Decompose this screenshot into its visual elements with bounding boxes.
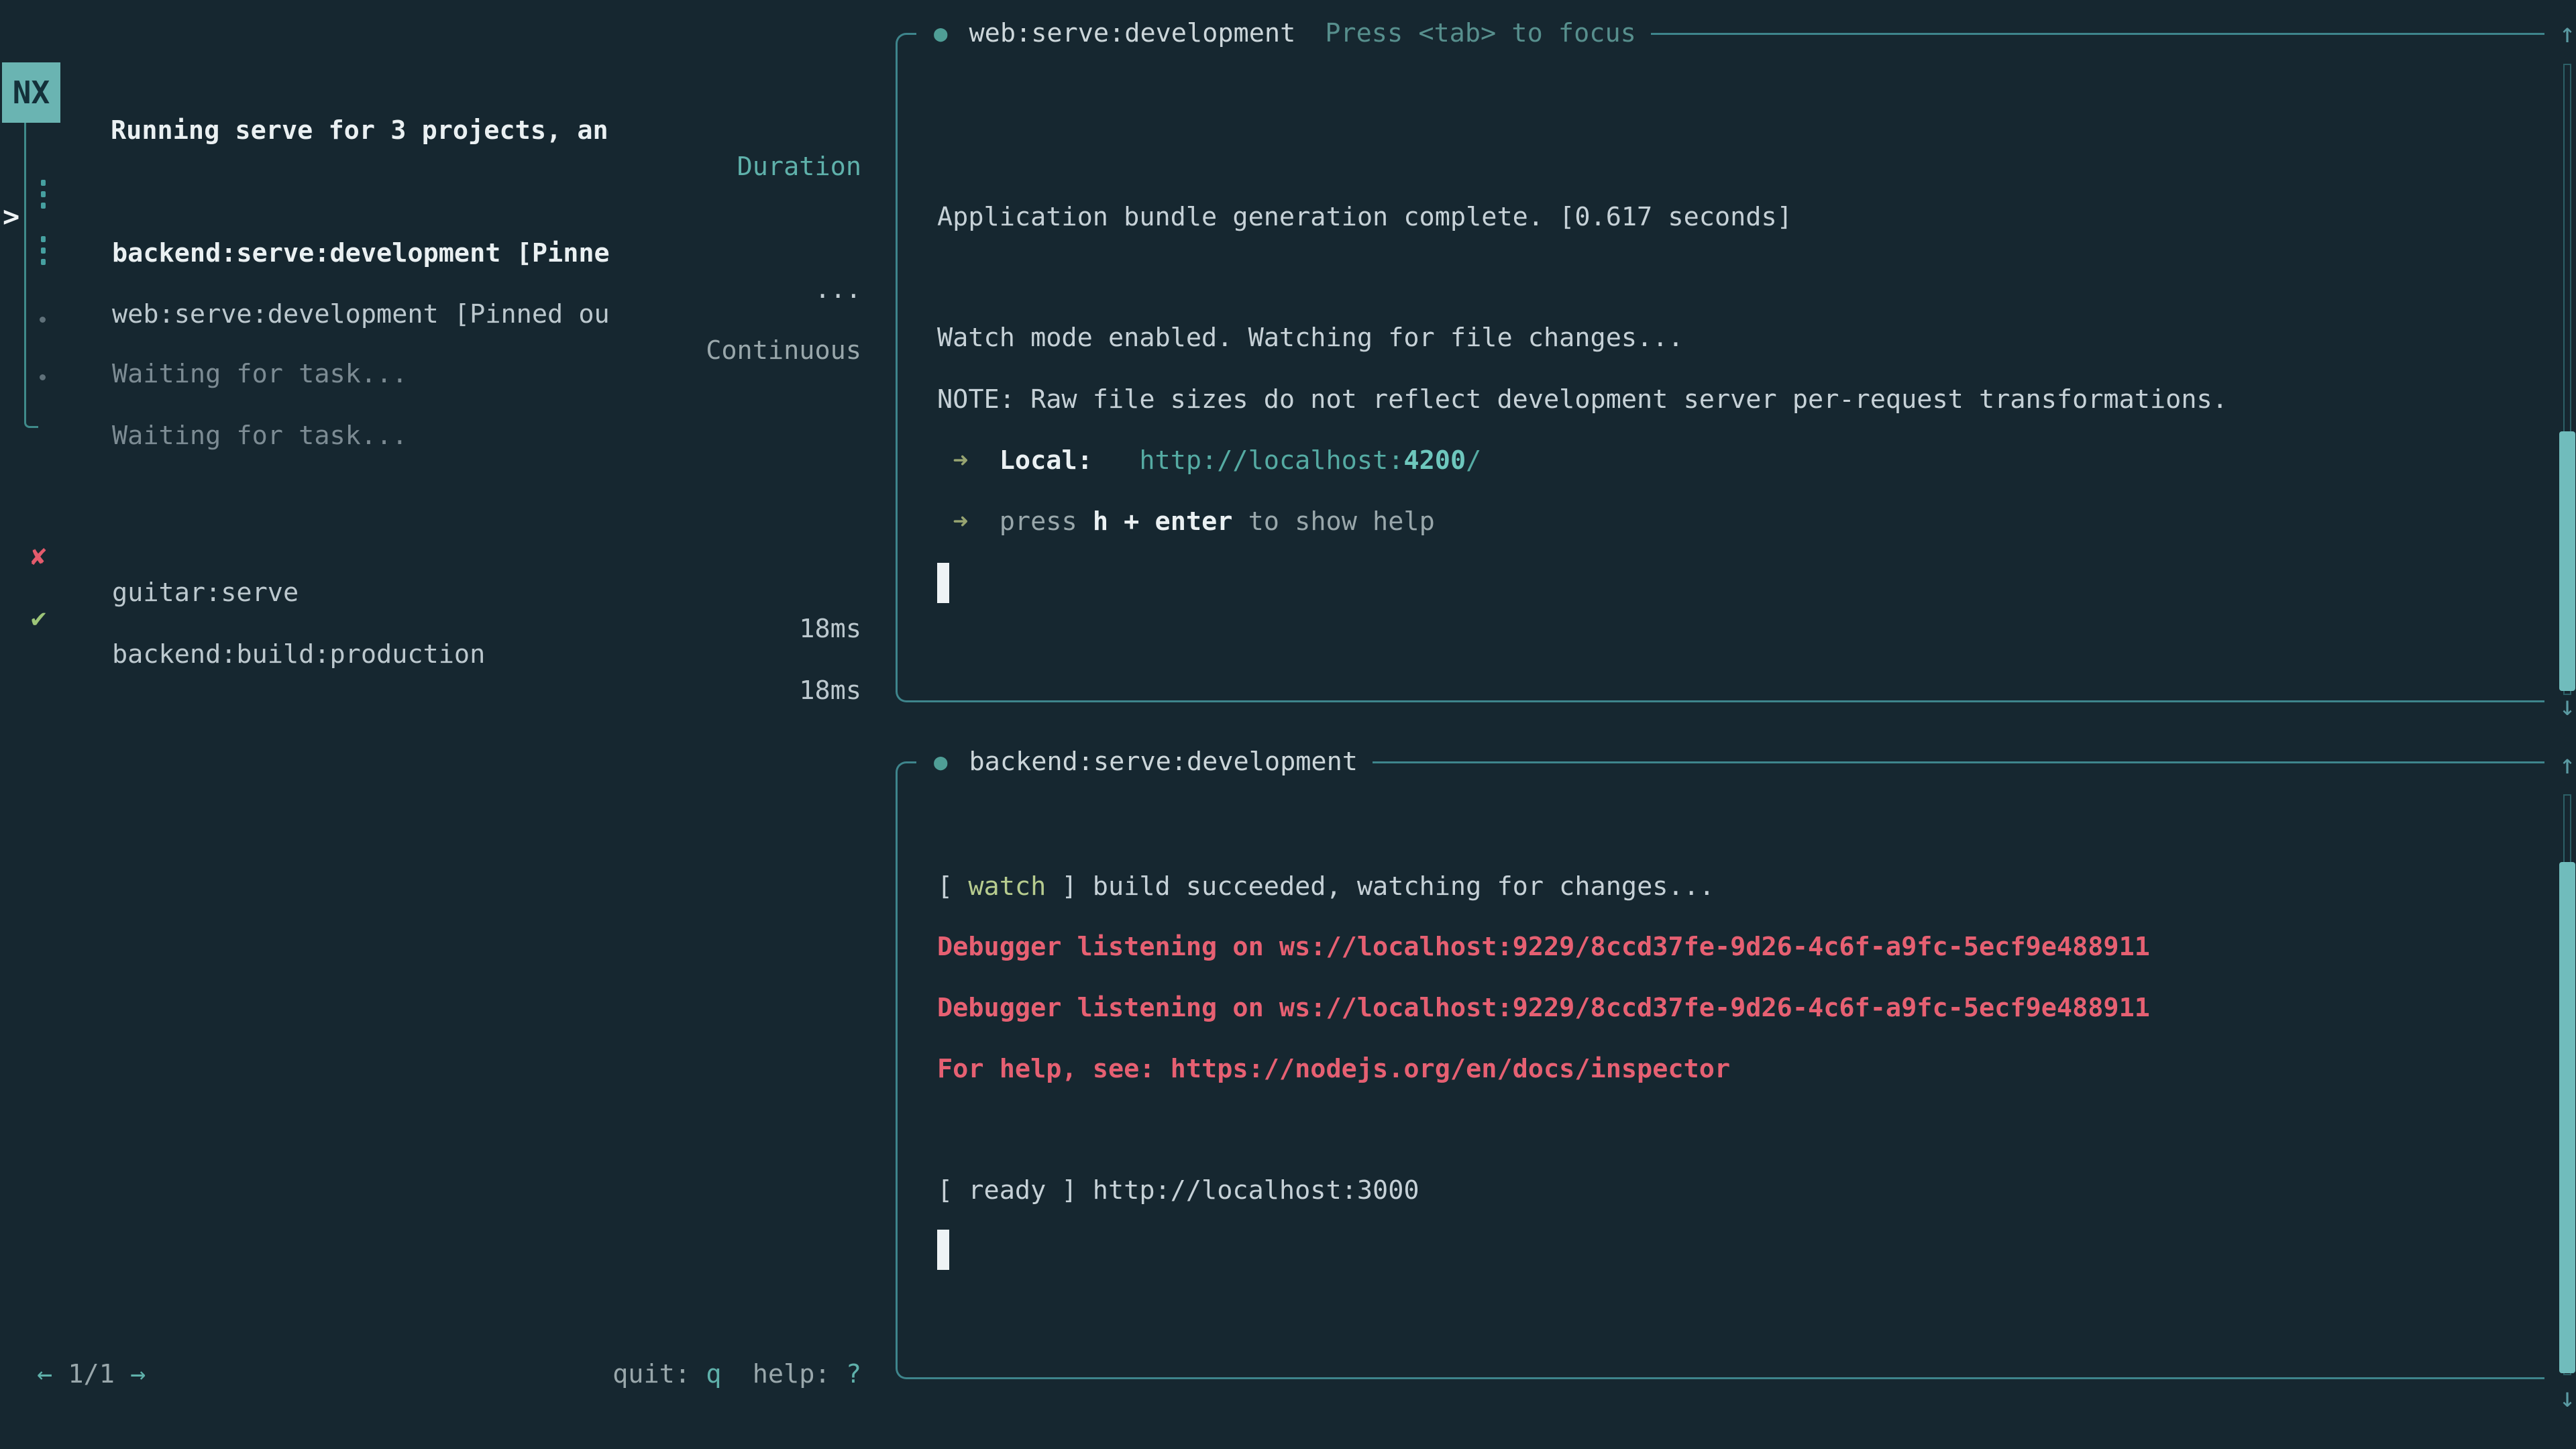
scrollbar-thumb[interactable]: [2559, 431, 2575, 691]
task-duration: 18ms: [799, 611, 861, 647]
terminal-text: [937, 506, 953, 537]
running-dot-icon: ●: [934, 744, 947, 780]
terminal-text: Debugger listening on ws://localhost:922…: [937, 932, 2150, 962]
scroll-up-icon[interactable]: ↑: [2552, 18, 2576, 49]
terminal-text: For help, see: https://nodejs.org/en/doc…: [937, 1054, 1730, 1084]
terminal-line: Debugger listening on ws://localhost:922…: [937, 990, 2150, 1026]
terminal-text: h + enter: [1093, 506, 1233, 537]
success-icon: ✔: [31, 600, 71, 637]
terminal-line: Application bundle generation complete. …: [937, 199, 1792, 235]
output-panel-web-serve[interactable]: [896, 33, 2544, 702]
terminal-text: Local:: [1000, 445, 1093, 476]
terminal-line: Watch mode enabled. Watching for file ch…: [937, 320, 1684, 356]
sidebar: NX Running serve for 3 projects, an Dura…: [0, 0, 885, 1449]
terminal-text: ➜: [953, 445, 968, 476]
terminal-cursor: [937, 1230, 949, 1270]
terminal-line: [ ready ] http://localhost:3000: [937, 1173, 1419, 1209]
output-panel-backend-header: ● backend:serve:development: [916, 744, 1373, 780]
terminal-line: NOTE: Raw file sizes do not reflect deve…: [937, 382, 2228, 418]
output-panel-web-header: ● web:serve:development Press <tab> to f…: [916, 15, 1651, 52]
terminal-text: ➜: [953, 506, 968, 537]
focus-hint: Press <tab> to focus: [1325, 15, 1636, 52]
scrollbar-thumb[interactable]: [2559, 862, 2575, 1373]
duration-column-header: Duration: [737, 149, 861, 185]
scroll-up-icon[interactable]: ↑: [2552, 749, 2576, 780]
terminal-text: [ ready ] http://localhost:3000: [937, 1175, 1419, 1205]
terminal-text: NOTE: Raw file sizes do not reflect deve…: [937, 384, 2228, 415]
terminal-line: [ watch ] build succeeded, watching for …: [937, 869, 1715, 905]
terminal-text: Watch mode enabled. Watching for file ch…: [937, 323, 1684, 353]
task-list-header: Running serve for 3 projects, an Duratio…: [0, 76, 861, 113]
terminal-text: [1093, 445, 1140, 476]
hint-separator: [721, 1359, 752, 1389]
terminal-text: ] build succeeded, watching for changes.…: [1046, 871, 1715, 902]
terminal-text: watch: [968, 871, 1046, 902]
panel-title: web:serve:development: [969, 15, 1295, 52]
task-duration: 18ms: [799, 673, 861, 709]
terminal-text: [: [937, 871, 968, 902]
terminal-line: Debugger listening on ws://localhost:922…: [937, 929, 2150, 965]
quit-key: q: [706, 1359, 721, 1389]
panel-title: backend:serve:development: [969, 744, 1357, 780]
task-label: Waiting for task...: [112, 418, 407, 454]
scroll-down-icon[interactable]: ↓: [2552, 1383, 2576, 1413]
terminal-text: to show help: [1232, 506, 1434, 537]
terminal-line: ➜ press h + enter to show help: [937, 504, 1435, 540]
keyboard-hints: quit: q help: ?: [0, 1356, 861, 1393]
scroll-down-icon[interactable]: ↓: [2552, 691, 2576, 722]
terminal-text: 4200: [1403, 445, 1466, 476]
task-row-guitar-serve[interactable]: ✘ guitar:serve 18ms: [0, 502, 861, 539]
terminal-line: For help, see: https://nodejs.org/en/doc…: [937, 1051, 1730, 1087]
terminal-cursor: [937, 563, 949, 603]
task-row-backend-build[interactable]: ✔ backend:build:production 18ms: [0, 564, 861, 600]
terminal-text: press: [1000, 506, 1093, 537]
terminal-text: /: [1466, 445, 1481, 476]
task-list-title: Running serve for 3 projects, an: [111, 113, 608, 149]
terminal-text: http://localhost:: [1139, 445, 1403, 476]
terminal-line: ➜ Local: http://localhost:4200/: [937, 443, 1481, 479]
terminal-text: Application bundle generation complete. …: [937, 202, 1792, 232]
task-row-waiting[interactable]: Waiting for task...: [0, 320, 861, 356]
terminal-text: [937, 445, 953, 476]
task-row-backend-serve[interactable]: backend:serve:development [Pinne ...: [0, 199, 861, 235]
terminal-text: [968, 506, 999, 537]
task-row-web-serve[interactable]: web:serve:development [Pinned ou Continu…: [0, 260, 861, 297]
running-dot-icon: ●: [934, 15, 947, 52]
quit-hint-label: quit:: [612, 1359, 706, 1389]
terminal-text: Debugger listening on ws://localhost:922…: [937, 993, 2150, 1023]
task-row-waiting[interactable]: Waiting for task...: [0, 382, 861, 418]
help-key: ?: [846, 1359, 861, 1389]
nx-tui-screen: NX Running serve for 3 projects, an Dura…: [0, 0, 2576, 1449]
task-label: backend:build:production: [112, 637, 485, 673]
help-hint-label: help:: [753, 1359, 846, 1389]
terminal-text: [968, 445, 999, 476]
